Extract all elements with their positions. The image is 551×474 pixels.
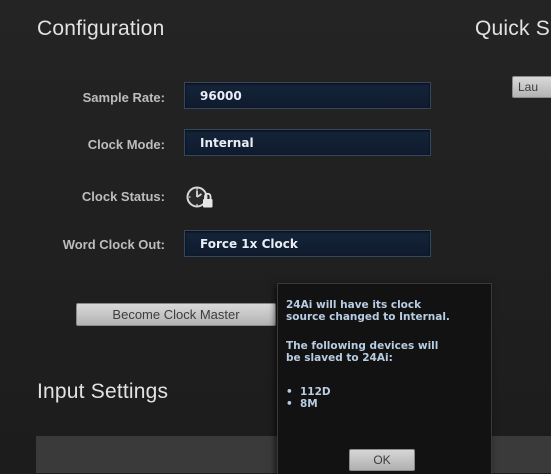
list-item: 112D [286,386,331,398]
list-item: 8M [286,398,331,410]
popup-message-line2: source changed to Internal. [286,311,450,323]
popup-message-line3: The following devices will [286,340,439,352]
sample-rate-field[interactable]: 96000 [184,82,431,109]
word-clock-out-label: Word Clock Out: [62,237,165,252]
configuration-panel: Configuration Quick S Lau Sample Rate: 9… [0,0,551,474]
clock-mode-label: Clock Mode: [87,137,165,152]
become-clock-master-button[interactable]: Become Clock Master [76,303,276,326]
configuration-title: Configuration [37,17,165,40]
ok-button[interactable]: OK [349,449,415,471]
clock-lock-icon [186,186,213,208]
popup-message-line4: be slaved to 24Ai: [286,352,393,364]
input-settings-bar-right [490,436,551,473]
word-clock-out-field[interactable]: Force 1x Clock [184,230,431,257]
sample-rate-label: Sample Rate: [82,90,165,105]
popup-message-line1: 24Ai will have its clock [286,299,422,311]
launch-button[interactable]: Lau [512,76,551,98]
input-settings-bar [36,436,277,473]
clock-change-popup: 24Ai will have its clock source changed … [277,283,492,474]
clock-mode-field[interactable]: Internal [184,129,431,156]
quick-setup-title: Quick S [475,17,550,40]
input-settings-title: Input Settings [37,380,169,403]
slaved-devices-list: 112D 8M [286,386,331,410]
clock-status-label: Clock Status: [81,189,165,204]
